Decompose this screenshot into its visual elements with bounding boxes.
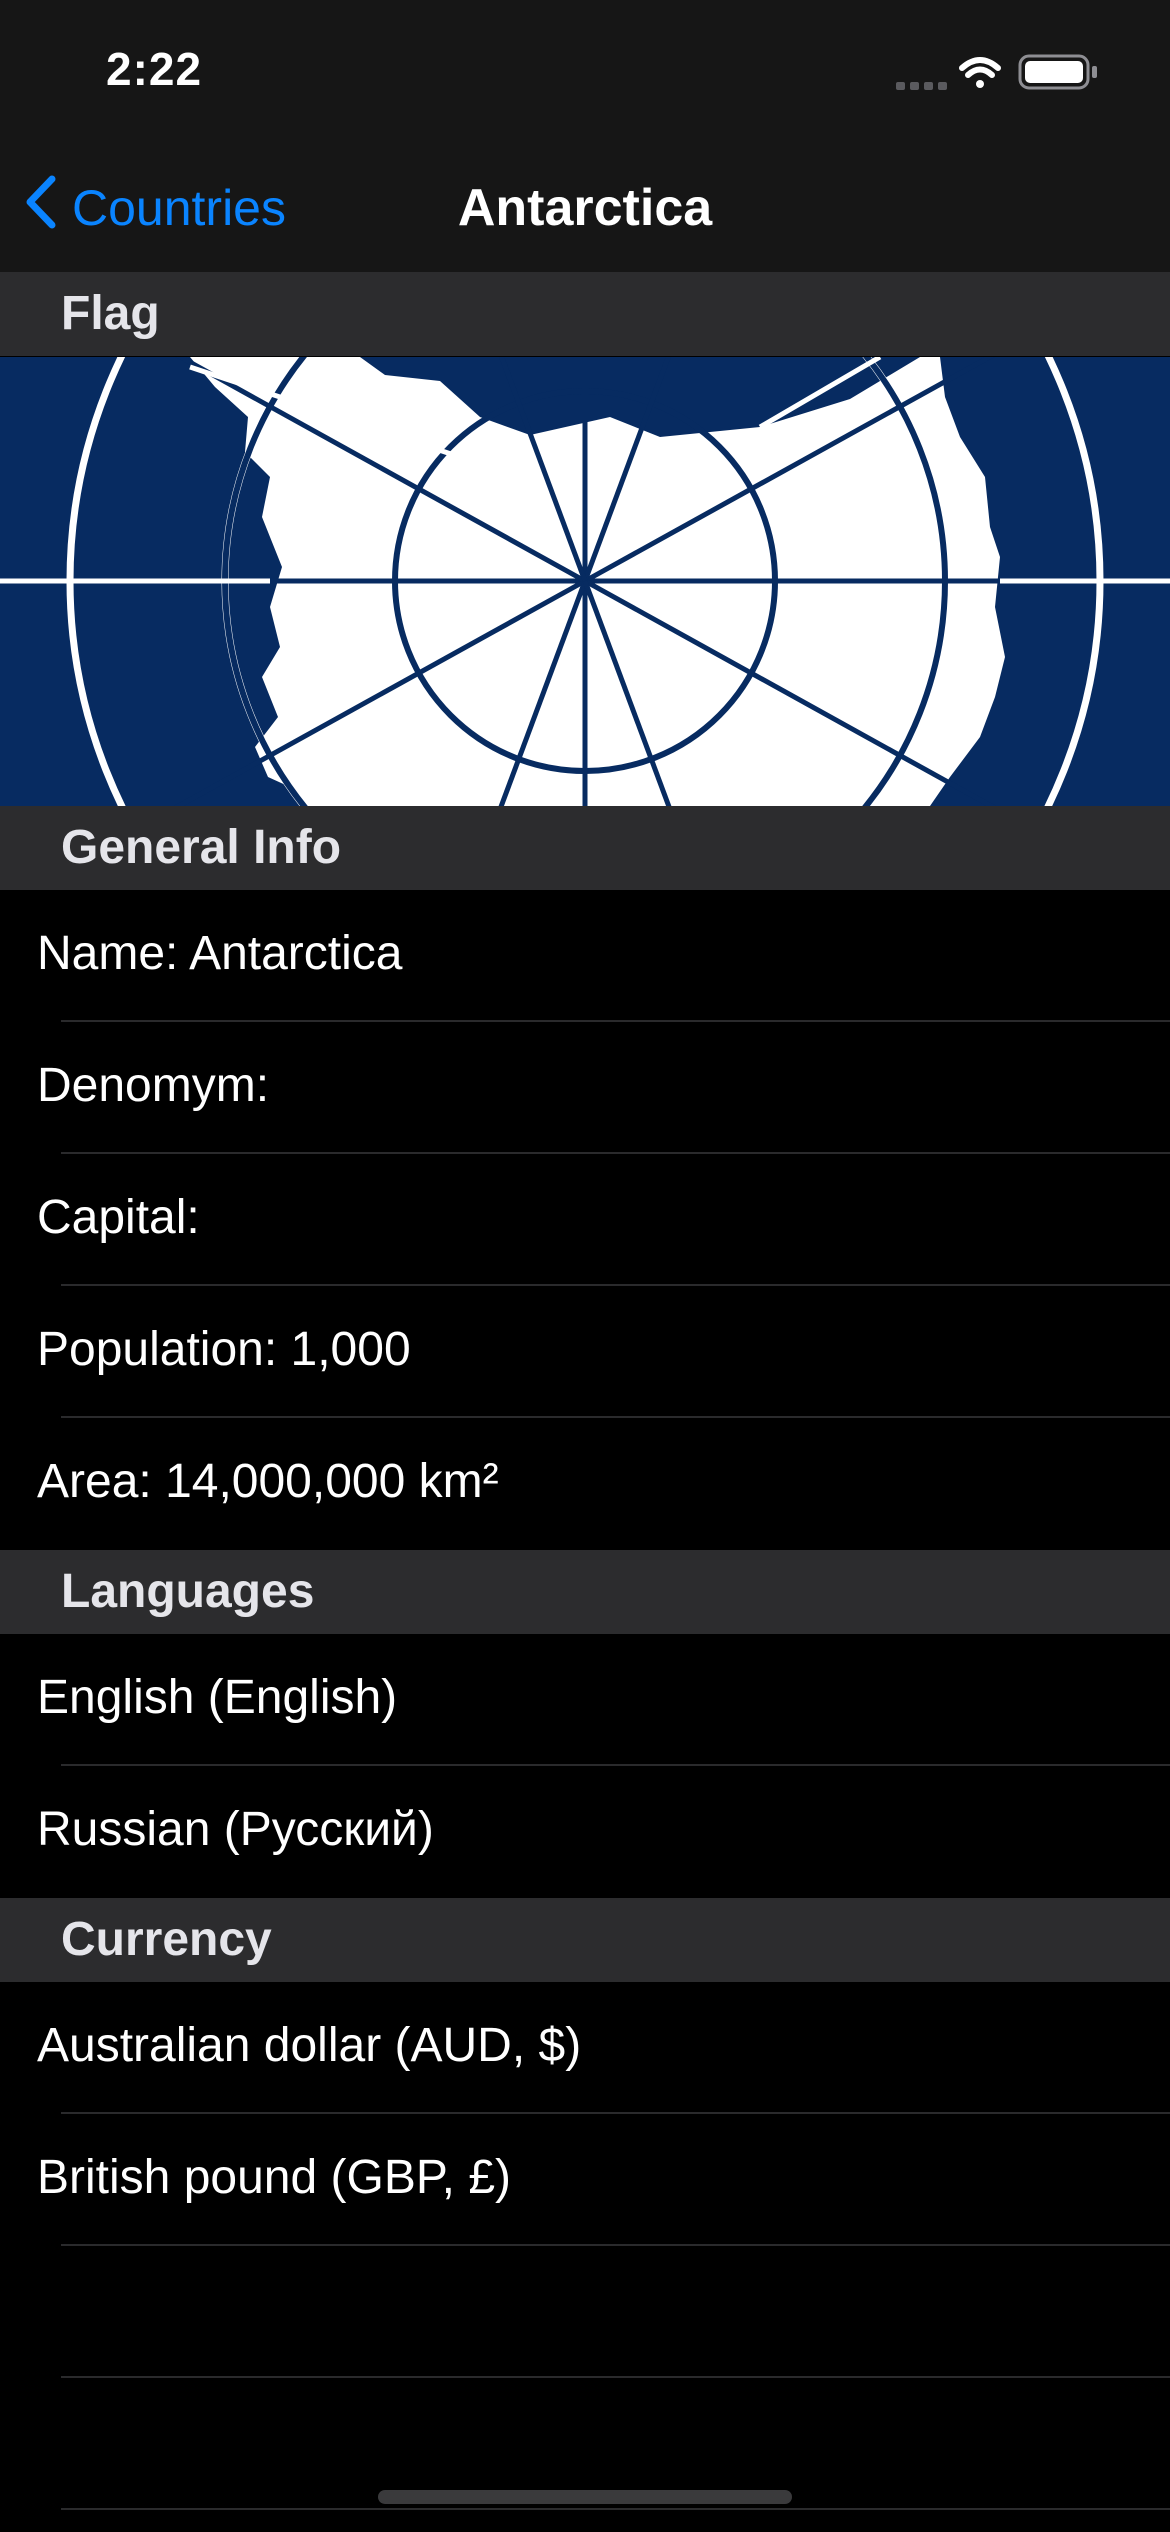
- section-title: Languages: [61, 1565, 315, 1618]
- section-header-general-info: General Info: [0, 806, 1170, 890]
- flag-image: [0, 357, 1170, 806]
- status-icons: [896, 52, 1116, 92]
- page-title: Antarctica: [457, 179, 713, 237]
- info-row-population: Population: 1,000: [0, 1286, 1170, 1418]
- currency-row: British pound (GBP, £): [0, 2114, 1170, 2246]
- currency-row: Australian dollar (AUD, $): [0, 1982, 1170, 2114]
- section-header-currency: Currency: [0, 1898, 1170, 1982]
- navigation-bar: Countries Antarctica: [0, 148, 1170, 272]
- info-row-label: Capital:: [37, 1191, 200, 1244]
- empty-row: [0, 2246, 1170, 2378]
- currency-label: Australian dollar (AUD, $): [37, 2019, 582, 2072]
- cellular-signal-icon: [896, 82, 947, 90]
- info-row-capital: Capital:: [0, 1154, 1170, 1286]
- section-title: General Info: [61, 821, 342, 874]
- section-header-flag: Flag: [0, 272, 1170, 356]
- info-row-label: Denomym:: [37, 1059, 270, 1112]
- wifi-icon: [959, 57, 1001, 88]
- section-title: Currency: [61, 1913, 272, 1966]
- info-row-name: Name: Antarctica: [0, 890, 1170, 1022]
- home-indicator[interactable]: [378, 2490, 792, 2504]
- section-title: Flag: [61, 287, 160, 340]
- row-divider: [61, 2508, 1170, 2510]
- info-row-label: Population: 1,000: [37, 1323, 411, 1376]
- status-time: 2:22: [106, 43, 203, 95]
- info-row-denonym: Denomym:: [0, 1022, 1170, 1154]
- battery-icon: [1018, 54, 1097, 90]
- section-header-languages: Languages: [0, 1550, 1170, 1634]
- info-row-label: Area: 14,000,000 km²: [37, 1455, 499, 1508]
- language-row: Russian (Русский): [0, 1766, 1170, 1898]
- info-row-area: Area: 14,000,000 km²: [0, 1418, 1170, 1550]
- language-label: English (English): [37, 1671, 398, 1724]
- language-label: Russian (Русский): [37, 1803, 434, 1856]
- currency-label: British pound (GBP, £): [37, 2151, 512, 2204]
- info-row-label: Name: Antarctica: [37, 927, 403, 980]
- language-row: English (English): [0, 1634, 1170, 1766]
- status-bar: 2:22: [0, 0, 1170, 148]
